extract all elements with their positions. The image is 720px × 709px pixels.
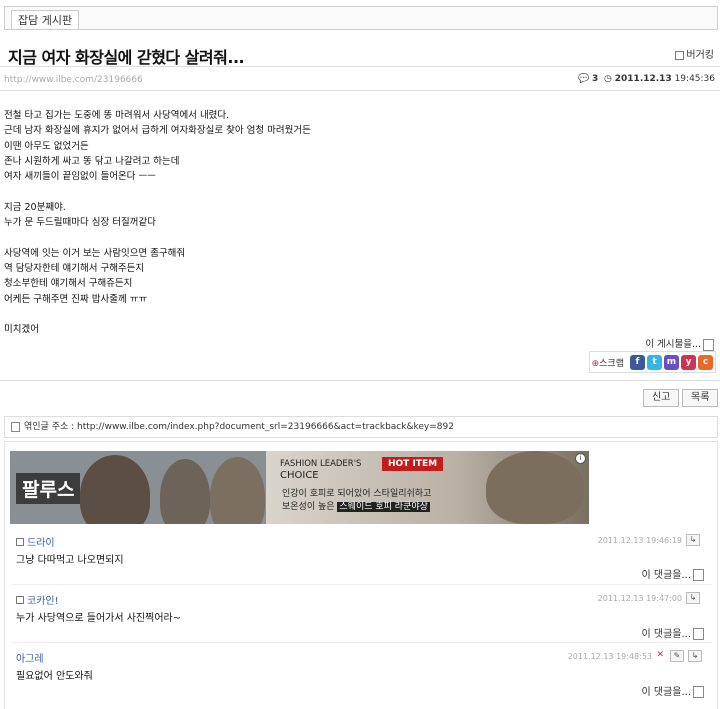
member-icon	[675, 50, 685, 60]
ad-banner[interactable]: 팔루스 FASHION LEADER'S CHOICE HOT ITEM 인강이…	[10, 451, 589, 524]
comment-actions-label: 이 댓글을...	[641, 629, 691, 640]
member-icon	[16, 538, 24, 546]
post-actions-menu[interactable]: 이 게시물을...	[645, 336, 714, 351]
scrap-button[interactable]: ⊕스크랩	[592, 356, 624, 369]
post-permalink[interactable]: http://www.ilbe.com/23196666	[4, 75, 143, 85]
ad-right-panel: FASHION LEADER'S CHOICE HOT ITEM 인강이 호피로…	[266, 451, 589, 524]
comment-divider	[12, 642, 712, 643]
ad-copy-pre: 보온성이 높은	[282, 502, 338, 512]
comment-actions-menu[interactable]: 이 댓글을...	[641, 625, 704, 640]
comment-count: 3	[592, 74, 599, 84]
comment-actions-label: 이 댓글을...	[641, 570, 691, 581]
trackback-icon	[11, 421, 20, 432]
edit-icon[interactable]: ✎	[670, 650, 684, 662]
comment-text: 그냥 다따먹고 나오면되지	[16, 555, 124, 566]
board-tab[interactable]: 잡담 게시판	[11, 10, 80, 30]
post-actions-label: 이 게시물을...	[645, 339, 701, 350]
ad-brand: 팔루스	[16, 473, 81, 504]
comment-author[interactable]: 아그레	[16, 650, 44, 665]
facebook-icon[interactable]: f	[630, 354, 645, 370]
comment-author[interactable]: 드라이	[16, 534, 55, 549]
reply-icon[interactable]: ↳	[686, 534, 700, 546]
comment-author[interactable]: 코카인!	[16, 592, 59, 607]
reply-icon[interactable]: ↳	[686, 592, 700, 604]
comment-divider	[12, 584, 712, 585]
ad-hot-item: HOT ITEM	[382, 457, 444, 471]
comment-text: 누가 사당역으로 들어가서 사진찍어라~	[16, 613, 182, 624]
title-divider	[0, 66, 720, 67]
comment-actions-menu[interactable]: 이 댓글을...	[641, 566, 704, 581]
ad-copy-line1: 인강이 호피로 되어있어 스타일리쉬하고	[282, 489, 432, 499]
document-icon	[693, 569, 704, 581]
comment-actions-label: 이 댓글을...	[641, 687, 691, 698]
ad-copy: 인강이 호피로 되어있어 스타일리쉬하고 보온성이 높은 스웨이드 호피 라쿤야…	[282, 488, 431, 514]
comment-icon: 💬	[577, 74, 590, 84]
ad-copy-highlight: 스웨이드 호피 라쿤야상	[337, 502, 430, 512]
post-author-name: 버거킹	[686, 50, 714, 61]
post-title: 지금 여자 화장실에 갇혔다 살려줘...	[8, 48, 245, 67]
comment-author-name: 아그레	[16, 654, 44, 665]
ad-fashion-text: FASHION LEADER'S CHOICE	[280, 459, 361, 481]
comment-text: 필요없어 안도와줘	[16, 671, 93, 682]
me2day-icon[interactable]: m	[664, 354, 679, 370]
comment-author-name: 드라이	[27, 538, 55, 549]
post-date: 2011.12.13	[614, 74, 672, 84]
post-time: 19:45:36	[674, 74, 715, 84]
share-bar: ⊕스크랩 f t m y c	[588, 351, 716, 373]
ad-model-image	[160, 459, 210, 524]
board-tab-bar: 잡담 게시판	[4, 6, 718, 30]
ad-left-panel: 팔루스	[10, 451, 266, 524]
document-icon	[693, 686, 704, 698]
document-icon	[703, 338, 714, 351]
reply-icon[interactable]: ↳	[688, 650, 702, 662]
comment-date: 2011.12.13 19:47:00	[597, 594, 682, 603]
ad-model-image	[210, 457, 265, 524]
trackback-url[interactable]: 엮인글 주소 : http://www.ilbe.com/index.php?d…	[24, 422, 454, 432]
ad-copy-line2: 보온성이 높은 스웨이드 호피 라쿤야상	[282, 501, 431, 514]
ad-model-image	[486, 451, 584, 524]
ad-model-image	[80, 455, 150, 524]
post-author[interactable]: 버거킹	[675, 46, 714, 61]
list-button[interactable]: 목록	[682, 389, 719, 407]
comment-author-name: 코카인!	[27, 596, 59, 607]
scrap-label: 스크랩	[599, 358, 624, 369]
delete-icon[interactable]: ✕	[656, 650, 664, 660]
twitter-icon[interactable]: t	[647, 354, 662, 370]
actions-divider	[0, 380, 720, 381]
post-meta: 💬 3 ◷ 2011.12.13 19:45:36	[578, 74, 715, 84]
clog-icon[interactable]: c	[698, 354, 713, 370]
clock-icon: ◷	[604, 74, 612, 84]
document-icon	[693, 628, 704, 640]
report-button[interactable]: 신고	[643, 389, 680, 407]
yozm-icon[interactable]: y	[681, 354, 696, 370]
comment-date: 2011.12.13 19:46:19	[597, 536, 682, 545]
post-body: 전철 타고 집가는 도중에 똥 마려워서 사당역에서 내렸다. 근데 남자 화장…	[4, 110, 311, 336]
ad-fashion-line1: FASHION LEADER'S	[280, 459, 362, 469]
member-icon	[16, 596, 24, 604]
comment-date: 2011.12.13 19:48:53	[567, 652, 652, 661]
ad-info-icon[interactable]: i	[575, 453, 586, 464]
meta-divider	[0, 90, 720, 91]
ad-fashion-line2: CHOICE	[280, 470, 319, 481]
trackback-box: 엮인글 주소 : http://www.ilbe.com/index.php?d…	[4, 416, 718, 438]
comment-actions-menu[interactable]: 이 댓글을...	[641, 683, 704, 698]
